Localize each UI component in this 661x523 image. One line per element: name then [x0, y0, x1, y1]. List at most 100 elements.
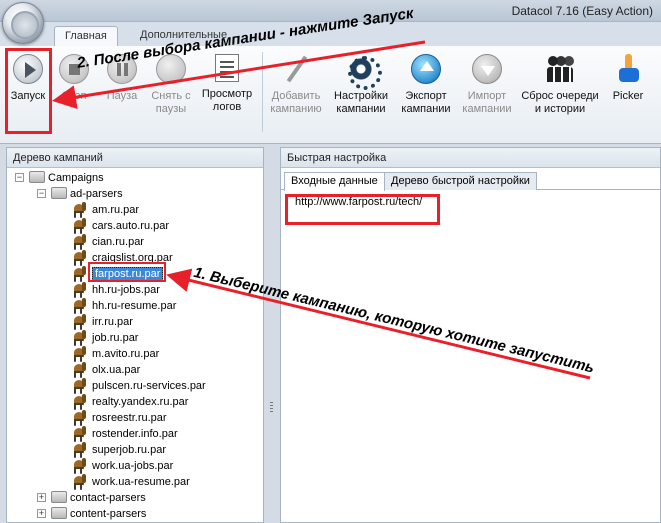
tab-input-data[interactable]: Входные данные — [284, 172, 385, 191]
tree-file-item[interactable]: hh.ru-resume.par — [73, 298, 176, 314]
reset-queue-button[interactable]: Сброс очереди и истории — [520, 54, 600, 116]
pause-label: Пауза — [106, 90, 138, 102]
view-logs-button[interactable]: Просмотр логов — [200, 54, 254, 114]
upload-arrow-icon — [411, 54, 441, 84]
url-highlight — [285, 194, 440, 225]
tree-file-label: pulscen.ru-services.par — [92, 380, 206, 392]
campaign-settings-label: Настройки кампании — [334, 90, 388, 115]
tree-folder-label: content-parsers — [70, 508, 147, 520]
tree-folder-ad-parsers[interactable]: − ad-parsers — [37, 186, 123, 202]
export-campaign-button[interactable]: Экспорт кампании — [398, 54, 454, 116]
camel-campaign-icon — [73, 266, 89, 280]
campaign-tree-panel: Дерево кампаний − Campaigns − ad-parsers… — [6, 147, 264, 523]
tree-file-item[interactable]: rostender.info.par — [73, 426, 178, 442]
stop-label: Стоп — [61, 90, 87, 102]
view-logs-label: Просмотр логов — [201, 88, 253, 113]
tree-file-label: hh.ru-jobs.par — [92, 284, 160, 296]
splitter-grip[interactable] — [270, 402, 273, 414]
folder-icon — [51, 187, 67, 200]
tree-file-label: rosreestr.ru.par — [92, 412, 167, 424]
camel-campaign-icon — [73, 234, 89, 248]
camel-campaign-icon — [73, 218, 89, 232]
import-campaign-label: Импорт кампании — [462, 90, 512, 115]
camel-campaign-icon — [73, 474, 89, 488]
tree-file-item[interactable]: cars.auto.ru.par — [73, 218, 169, 234]
tree-file-item[interactable]: job.ru.par — [73, 330, 138, 346]
tree-file-label: cian.ru.par — [92, 236, 144, 248]
ribbon-separator — [262, 52, 263, 132]
add-campaign-button[interactable]: Добавить кампанию — [266, 54, 326, 116]
tree-folder-label: ad-parsers — [70, 188, 123, 200]
picker-button[interactable]: Picker — [606, 54, 650, 103]
unpause-label: Снять с паузы — [151, 90, 191, 115]
tree-file-item[interactable]: am.ru.par — [73, 202, 139, 218]
tree-folder-contact-parsers[interactable]: + contact-parsers — [37, 490, 146, 506]
window-title: Datacol 7.16 (Easy Action) — [511, 4, 653, 18]
gear-icon — [346, 54, 382, 90]
log-document-icon — [215, 54, 239, 82]
camel-campaign-icon — [73, 298, 89, 312]
tree-file-label: superjob.ru.par — [92, 444, 166, 456]
tree-file-label: irr.ru.par — [92, 316, 133, 328]
tree-file-label: work.ua-resume.par — [92, 476, 190, 488]
collapse-toggle[interactable]: − — [15, 173, 24, 182]
camel-campaign-icon — [73, 410, 89, 424]
tree-file-item[interactable]: pulscen.ru-services.par — [73, 378, 206, 394]
tree-file-label: rostender.info.par — [92, 428, 178, 440]
collapse-toggle[interactable]: − — [37, 189, 46, 198]
start-button-highlight — [5, 48, 52, 134]
download-arrow-icon — [472, 54, 502, 84]
tree-root-label: Campaigns — [48, 172, 104, 184]
import-campaign-button[interactable]: Импорт кампании — [460, 54, 514, 116]
tree-file-item[interactable]: cian.ru.par — [73, 234, 144, 250]
tree-file-label: work.ua-jobs.par — [92, 460, 174, 472]
tree-root-campaigns[interactable]: − Campaigns — [15, 170, 104, 186]
app-menu-orb[interactable] — [2, 2, 44, 44]
panel-splitter[interactable] — [266, 147, 278, 523]
tab-main[interactable]: Главная — [54, 26, 118, 46]
folder-icon — [29, 171, 45, 184]
camel-campaign-icon — [73, 202, 89, 216]
pointing-hand-icon — [613, 54, 643, 84]
tree-file-item[interactable]: olx.ua.par — [73, 362, 140, 378]
campaign-tree-header: Дерево кампаний — [7, 148, 263, 168]
tree-file-label: job.ru.par — [92, 332, 139, 344]
camel-campaign-icon — [73, 458, 89, 472]
tree-file-label: am.ru.par — [92, 204, 140, 216]
camel-campaign-icon — [73, 378, 89, 392]
export-campaign-label: Экспорт кампании — [401, 90, 451, 115]
tree-file-item[interactable]: work.ua-jobs.par — [73, 458, 173, 474]
tree-file-item[interactable]: rosreestr.ru.par — [73, 410, 167, 426]
camel-campaign-icon — [73, 346, 89, 360]
folder-icon — [51, 491, 67, 504]
tree-file-item[interactable]: realty.yandex.ru.par — [73, 394, 188, 410]
camel-campaign-icon — [73, 426, 89, 440]
tree-folder-label: contact-parsers — [70, 492, 146, 504]
campaign-tree: − Campaigns − ad-parsers am.ru.par cars.a… — [7, 168, 263, 522]
tree-file-item[interactable]: superjob.ru.par — [73, 442, 166, 458]
selected-campaign-highlight — [88, 262, 166, 282]
expand-toggle[interactable]: + — [37, 509, 46, 518]
tree-file-label: olx.ua.par — [92, 364, 141, 376]
tree-file-item[interactable]: work.ua-resume.par — [73, 474, 190, 490]
camel-campaign-icon — [73, 362, 89, 376]
tree-file-item[interactable]: hh.ru-jobs.par — [73, 282, 160, 298]
quick-settings-header: Быстрая настройка — [281, 148, 660, 168]
people-group-icon — [545, 54, 575, 84]
tree-file-label: hh.ru-resume.par — [92, 300, 177, 312]
camel-campaign-icon — [73, 282, 89, 296]
unpause-button[interactable]: Снять с паузы — [146, 54, 196, 116]
tree-folder-content-parsers[interactable]: + content-parsers — [37, 506, 146, 522]
tab-quick-settings-tree[interactable]: Дерево быстрой настройки — [384, 172, 537, 190]
tree-file-item[interactable]: m.avito.ru.par — [73, 346, 159, 362]
campaign-settings-button[interactable]: Настройки кампании — [330, 54, 392, 116]
tree-file-label: cars.auto.ru.par — [92, 220, 170, 232]
add-campaign-label: Добавить кампанию — [270, 90, 322, 115]
expand-toggle[interactable]: + — [37, 493, 46, 502]
camel-campaign-icon — [73, 442, 89, 456]
tree-file-label: realty.yandex.ru.par — [92, 396, 189, 408]
camel-campaign-icon — [73, 250, 89, 264]
tree-file-item[interactable]: irr.ru.par — [73, 314, 133, 330]
picker-label: Picker — [612, 90, 644, 102]
tree-file-label: m.avito.ru.par — [92, 348, 160, 360]
